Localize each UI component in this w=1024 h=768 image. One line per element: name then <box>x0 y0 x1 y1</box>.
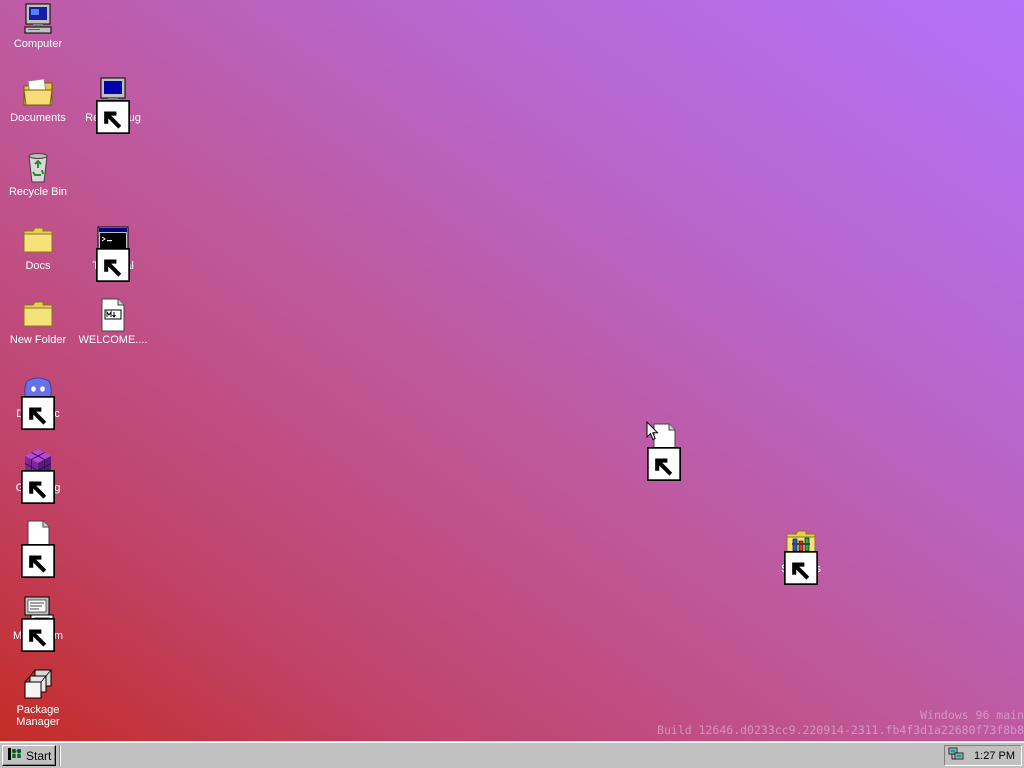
discord-icon <box>21 372 55 430</box>
desktop-icon-recycle-bin[interactable]: Recycle Bin <box>2 150 74 198</box>
shortcut-arrow-icon <box>21 470 55 504</box>
tray-clock[interactable]: 1:27 PM <box>974 750 1015 762</box>
desktop-icon-terminal[interactable]: Terminal <box>77 224 149 282</box>
shortcut-arrow-icon <box>96 100 130 134</box>
taskbar: Start 1:27 PM <box>0 741 1024 768</box>
chat-icon <box>21 594 55 652</box>
desktop-icon-doordisc[interactable]: Doordisc <box>2 372 74 430</box>
watermark-build: Build 12646.d0233cc9.220914-2311.fb4f3d1… <box>657 723 1024 737</box>
desktop[interactable]: Computer Documents Report Bug <box>0 0 1024 741</box>
folder-icon <box>21 298 55 332</box>
blank-file-icon <box>21 520 55 578</box>
desktop-icon-package-manager[interactable]: Package Manager <box>2 668 74 728</box>
markdown-file-icon <box>96 298 130 332</box>
package-icon <box>21 668 55 702</box>
recycle-bin-icon <box>21 150 55 184</box>
mouse-cursor-icon <box>646 420 659 441</box>
start-logo-icon <box>7 747 23 764</box>
shortcut-arrow-icon <box>21 396 55 430</box>
desktop-icon-gameing[interactable]: Gameing <box>2 446 74 504</box>
desktop-icon-computer[interactable]: Computer <box>2 2 74 50</box>
desktop-icon-reboot[interactable]: reboot <box>628 423 700 481</box>
folder-icon <box>21 224 55 258</box>
settings-folder-icon <box>784 527 818 585</box>
desktop-icon-label: Computer <box>13 38 63 50</box>
shortcut-arrow-icon <box>21 544 55 578</box>
terminal-icon <box>96 224 130 282</box>
desktop-icon-label: Docs <box>25 260 51 272</box>
desktop-icon-welcome[interactable]: WELCOME.... <box>77 298 149 346</box>
taskbar-divider <box>59 745 61 766</box>
shortcut-arrow-icon <box>784 551 818 585</box>
documents-folder-icon <box>21 76 55 110</box>
desktop-icon-label: Package Manager <box>16 704 60 728</box>
desktop-icon-report-bug[interactable]: Report Bug <box>77 76 149 134</box>
desktop-icon-settings[interactable]: Settings <box>765 527 837 585</box>
start-label: Start <box>26 748 52 763</box>
computer-icon <box>96 76 130 134</box>
shortcut-arrow-icon <box>96 248 130 282</box>
desktop-icon-label: WELCOME.... <box>78 334 148 346</box>
watermark-version: Windows 96 main <box>920 708 1024 722</box>
computer-icon <box>21 2 55 36</box>
start-button[interactable]: Start <box>2 745 56 766</box>
desktop-icon-new-folder[interactable]: New Folder <box>2 298 74 346</box>
desktop-icon-documents[interactable]: Documents <box>2 76 74 124</box>
desktop-icon-label: Recycle Bin <box>8 186 68 198</box>
network-icon[interactable] <box>948 747 964 764</box>
game-cube-icon <box>21 446 55 504</box>
desktop-icon-msgroom[interactable]: MsgRoom <box>2 594 74 652</box>
desktop-icon-label: Documents <box>10 112 66 124</box>
desktop-icon-login[interactable]: LOGIN <box>2 520 74 578</box>
shortcut-arrow-icon <box>21 618 55 652</box>
desktop-icon-label: New Folder <box>9 334 67 346</box>
build-watermark: Windows 96 main Build 12646.d0233cc9.220… <box>624 708 1024 738</box>
desktop-icon-docs[interactable]: Docs <box>2 224 74 272</box>
shortcut-arrow-icon <box>647 447 681 481</box>
system-tray: 1:27 PM <box>944 745 1022 766</box>
